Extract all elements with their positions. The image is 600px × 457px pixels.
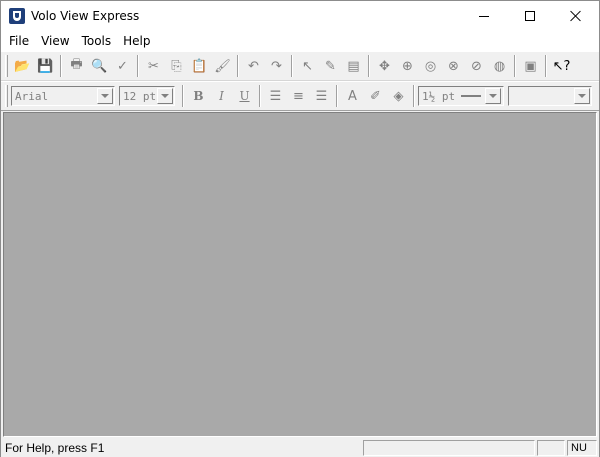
chevron-down-icon[interactable] <box>485 88 502 104</box>
toolbar-grip[interactable] <box>5 85 8 107</box>
fill-color-icon[interactable]: ◈ <box>387 85 410 107</box>
toolbar-separator <box>368 55 370 77</box>
menu-file[interactable]: File <box>3 31 35 51</box>
status-pane-num: NU <box>567 439 597 456</box>
style-tools-group: A ✐ ◈ <box>341 85 410 107</box>
standard-toolbar: 📂 💾 🖶 🔍 ✓ ✂ ⎘ 📋 🖌 ↶ ↷ ↖ ✎ ▤ ✥ ⊕ ◎ ⊗ ⊘ ◍ ▣ ↖? <box>1 51 599 81</box>
toolbar-separator <box>60 55 62 77</box>
close-button[interactable] <box>553 1 599 31</box>
zoom-previous-icon[interactable]: ⊘ <box>465 55 488 77</box>
zoom-window-icon[interactable]: ◎ <box>419 55 442 77</box>
toolbar-grip[interactable] <box>5 55 8 77</box>
menu-tools[interactable]: Tools <box>76 31 118 51</box>
app-logo-icon[interactable] <box>9 8 25 24</box>
toolbar-separator <box>291 55 293 77</box>
realtime-pan-icon[interactable]: ✥ <box>373 55 396 77</box>
layer-combo[interactable] <box>508 86 592 106</box>
redo-icon[interactable]: ↷ <box>265 55 288 77</box>
window-controls <box>461 1 599 31</box>
toolbar-separator <box>259 85 261 107</box>
status-pane-main <box>363 439 535 456</box>
font-size-combo[interactable]: 12 pt <box>119 86 175 106</box>
open-folder-icon[interactable]: 📂 <box>11 55 34 77</box>
toolbar-separator <box>514 55 516 77</box>
font-color-icon[interactable]: A <box>341 85 364 107</box>
line-width-value: 1½ pt <box>422 89 456 103</box>
toolbar-separator <box>545 55 547 77</box>
zoom-extents-icon[interactable]: ⊗ <box>442 55 465 77</box>
drawing-workspace[interactable] <box>3 112 597 437</box>
context-help-icon[interactable]: ↖? <box>550 55 573 77</box>
save-icon[interactable]: 💾 <box>34 55 57 77</box>
paste-icon[interactable]: 📋 <box>188 55 211 77</box>
font-size-value: 12 pt <box>123 89 157 103</box>
spell-check-icon[interactable]: ✓ <box>111 55 134 77</box>
title-bar[interactable]: Volo View Express <box>1 1 599 31</box>
status-pane-caps <box>537 439 565 456</box>
toolbar-separator <box>137 55 139 77</box>
bold-button[interactable]: B <box>187 85 210 107</box>
minimize-icon <box>479 15 489 17</box>
alignment-group: ☰ ≡ ☰ <box>264 85 333 107</box>
toolbar-separator <box>413 85 415 107</box>
toolbar-separator <box>237 55 239 77</box>
format-painter-icon[interactable]: 🖌 <box>211 55 234 77</box>
align-left-icon[interactable]: ☰ <box>264 85 287 107</box>
chevron-down-icon[interactable] <box>157 88 173 104</box>
print-icon[interactable]: 🖶 <box>65 55 88 77</box>
align-right-icon[interactable]: ☰ <box>310 85 333 107</box>
chevron-down-icon[interactable] <box>574 88 590 104</box>
font-name-combo[interactable]: Arial <box>11 86 115 106</box>
chevron-down-icon[interactable] <box>97 88 113 104</box>
menu-help[interactable]: Help <box>117 31 156 51</box>
status-bar: For Help, press F1 NU <box>1 438 599 457</box>
toolbar-separator <box>336 85 338 107</box>
text-box-icon[interactable]: ▤ <box>342 55 365 77</box>
minimize-button[interactable] <box>461 1 507 31</box>
font-name-value: Arial <box>15 89 49 103</box>
line-width-combo[interactable]: 1½ pt <box>418 86 504 106</box>
maximize-button[interactable] <box>507 1 553 31</box>
zoom-realtime-icon[interactable]: ⊕ <box>396 55 419 77</box>
maximize-icon <box>525 11 535 21</box>
app-window: Volo View Express File View Tools Help 📂… <box>0 0 600 457</box>
properties-icon[interactable]: ▣ <box>519 55 542 77</box>
line-sample <box>461 95 482 97</box>
select-arrow-icon[interactable]: ↖ <box>296 55 319 77</box>
menu-bar: File View Tools Help <box>1 31 599 51</box>
italic-button[interactable]: I <box>210 85 233 107</box>
cut-icon[interactable]: ✂ <box>142 55 165 77</box>
orbit-icon[interactable]: ◍ <box>488 55 511 77</box>
menu-view[interactable]: View <box>35 31 75 51</box>
window-title: Volo View Express <box>31 9 140 23</box>
copy-icon[interactable]: ⎘ <box>165 55 188 77</box>
toolbar-separator <box>182 85 184 107</box>
close-icon <box>570 10 582 22</box>
status-help-text: For Help, press F1 <box>5 440 105 455</box>
undo-icon[interactable]: ↶ <box>242 55 265 77</box>
align-center-icon[interactable]: ≡ <box>287 85 310 107</box>
underline-button[interactable]: U <box>233 85 256 107</box>
markup-pen-icon[interactable]: ✎ <box>319 55 342 77</box>
print-preview-icon[interactable]: 🔍 <box>88 55 111 77</box>
formatting-toolbar: Arial 12 pt B I U ☰ ≡ ☰ A ✐ ◈ 1½ pt <box>1 81 599 111</box>
highlighter-icon[interactable]: ✐ <box>364 85 387 107</box>
